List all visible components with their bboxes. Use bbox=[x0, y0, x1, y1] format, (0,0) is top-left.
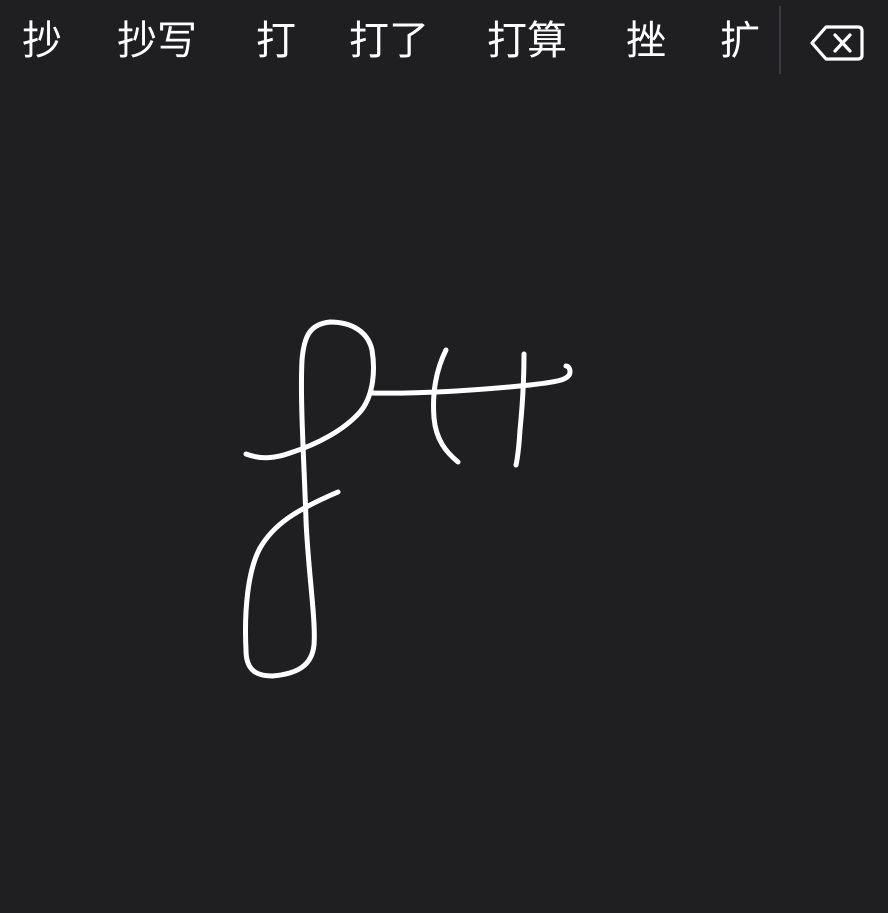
candidate-6[interactable]: 挫 bbox=[626, 14, 666, 68]
candidate-2[interactable]: 抄写 bbox=[117, 14, 197, 68]
candidate-1[interactable]: 抄 bbox=[22, 14, 62, 68]
candidate-3[interactable]: 打 bbox=[256, 14, 296, 68]
candidate-4[interactable]: 打了 bbox=[349, 14, 429, 68]
ink-strokes bbox=[243, 319, 573, 679]
ink-stroke-3 bbox=[431, 347, 461, 465]
candidate-divider bbox=[779, 6, 781, 74]
candidate-7[interactable]: 扩 bbox=[720, 14, 760, 68]
candidate-bar: 抄 抄写 打 打了 打算 挫 扩 bbox=[0, 0, 888, 82]
candidate-5[interactable]: 打算 bbox=[487, 14, 567, 68]
delete-button[interactable] bbox=[796, 10, 876, 74]
backspace-icon bbox=[810, 25, 864, 61]
handwriting-keyboard: 抄 抄写 打 打了 打算 挫 扩 bbox=[0, 0, 888, 913]
ink-stroke-1 bbox=[243, 319, 376, 679]
handwriting-canvas[interactable] bbox=[0, 82, 888, 913]
ink-stroke-4 bbox=[513, 351, 527, 468]
ink-stroke-2 bbox=[369, 363, 573, 396]
